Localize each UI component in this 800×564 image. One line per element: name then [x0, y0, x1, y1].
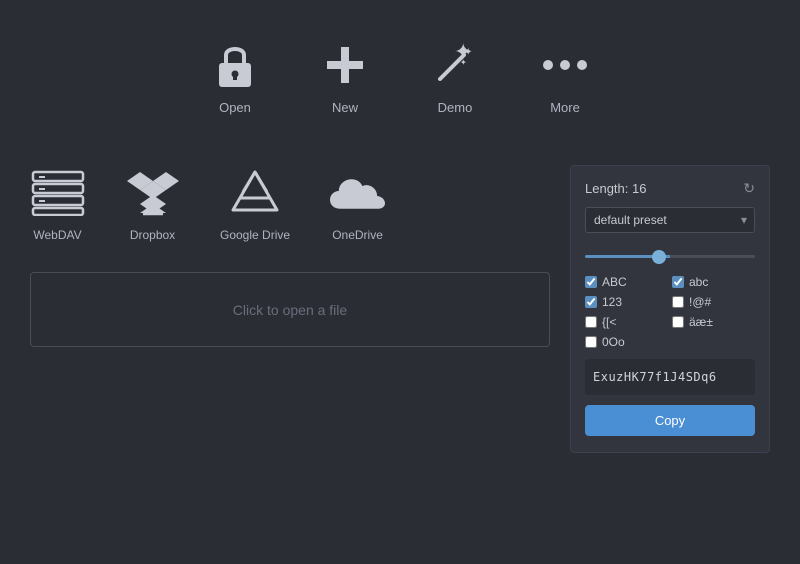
generated-password-text: ExuzHK77f1J4SDq6 — [593, 370, 717, 384]
length-slider-container — [585, 243, 755, 265]
bottom-section: WebDAV Dr — [30, 165, 770, 453]
checkbox-accented-label: äæ± — [689, 315, 713, 329]
copy-button[interactable]: Copy — [585, 405, 755, 436]
webdav-label: WebDAV — [33, 228, 81, 242]
open-label: Open — [219, 100, 251, 115]
left-panel: WebDAV Dr — [30, 165, 550, 453]
new-icon — [320, 40, 370, 90]
checkbox-numbers-label: 123 — [602, 295, 622, 309]
svg-text:✦: ✦ — [464, 47, 472, 58]
checkbox-ambiguous-label: 0Oo — [602, 335, 625, 349]
webdav-icon — [30, 165, 85, 220]
demo-label: Demo — [438, 100, 473, 115]
google-drive-label: Google Drive — [220, 228, 290, 242]
preset-select[interactable]: default preset memorable pin custom — [585, 207, 755, 233]
svg-text:✦: ✦ — [460, 58, 467, 67]
new-button[interactable]: New — [320, 40, 370, 115]
dropbox-button[interactable]: Dropbox — [125, 165, 180, 242]
storage-icons: WebDAV Dr — [30, 165, 550, 242]
checkbox-special-input[interactable] — [672, 296, 684, 308]
checkbox-brackets-label: {[< — [602, 315, 616, 329]
onedrive-button[interactable]: OneDrive — [330, 165, 385, 242]
checkbox-brackets-input[interactable] — [585, 316, 597, 328]
more-button[interactable]: More — [540, 40, 590, 115]
checkbox-abc-upper-input[interactable] — [585, 276, 597, 288]
checkbox-numbers[interactable]: 123 — [585, 295, 668, 309]
checkbox-abc-lower-input[interactable] — [672, 276, 684, 288]
open-icon — [210, 40, 260, 90]
onedrive-label: OneDrive — [332, 228, 383, 242]
google-drive-icon — [228, 165, 283, 220]
checkbox-abc-lower[interactable]: abc — [672, 275, 755, 289]
checkbox-special[interactable]: !@# — [672, 295, 755, 309]
dropbox-icon — [125, 165, 180, 220]
open-button[interactable]: Open — [210, 40, 260, 115]
length-label: Length: 16 — [585, 181, 646, 196]
more-label: More — [550, 100, 580, 115]
length-slider[interactable] — [585, 255, 755, 258]
file-input-placeholder: Click to open a file — [233, 302, 347, 318]
checkbox-abc-upper[interactable]: ABC — [585, 275, 668, 289]
checkbox-special-label: !@# — [689, 295, 711, 309]
checkbox-ambiguous[interactable]: 0Oo — [585, 335, 668, 349]
checkboxes-grid: ABC abc 123 !@# {[< — [585, 275, 755, 349]
toolbar: Open New ✦ ✦ ✦ — [210, 40, 590, 115]
checkbox-accented[interactable]: äæ± — [672, 315, 755, 329]
password-generator-panel: Length: 16 ↻ default preset memorable pi… — [570, 165, 770, 453]
more-icon — [540, 40, 590, 90]
checkbox-accented-input[interactable] — [672, 316, 684, 328]
checkbox-abc-lower-label: abc — [689, 275, 708, 289]
google-drive-button[interactable]: Google Drive — [220, 165, 290, 242]
demo-button[interactable]: ✦ ✦ ✦ Demo — [430, 40, 480, 115]
file-input-box[interactable]: Click to open a file — [30, 272, 550, 347]
checkbox-ambiguous-input[interactable] — [585, 336, 597, 348]
webdav-button[interactable]: WebDAV — [30, 165, 85, 242]
refresh-icon[interactable]: ↻ — [743, 180, 755, 197]
demo-icon: ✦ ✦ ✦ — [430, 40, 480, 90]
checkbox-abc-upper-label: ABC — [602, 275, 627, 289]
main-container: Open New ✦ ✦ ✦ — [0, 0, 800, 564]
checkbox-brackets[interactable]: {[< — [585, 315, 668, 329]
new-label: New — [332, 100, 358, 115]
preset-select-wrapper: default preset memorable pin custom — [585, 207, 755, 233]
generated-password: ExuzHK77f1J4SDq6 — [585, 359, 755, 395]
checkbox-numbers-input[interactable] — [585, 296, 597, 308]
length-row: Length: 16 ↻ — [585, 180, 755, 197]
onedrive-icon — [330, 165, 385, 220]
dropbox-label: Dropbox — [130, 228, 175, 242]
